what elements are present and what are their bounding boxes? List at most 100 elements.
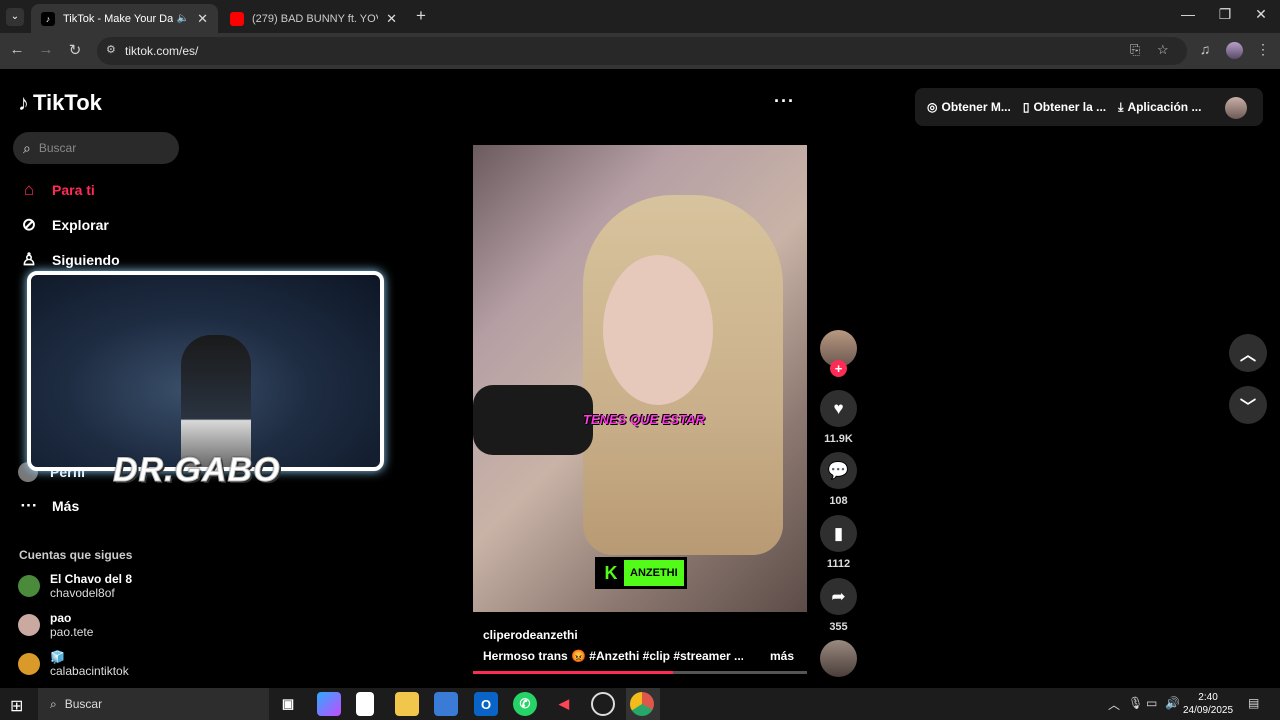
browser-tab-bar: ⌄ ♪ TikTok - Make Your Day 🔈 ✕ (279) BAD… — [0, 0, 1280, 33]
nav-following[interactable]: ♙ Siguiendo — [18, 248, 119, 272]
media-control-icon[interactable]: ♫ — [1195, 41, 1215, 57]
get-coins-button[interactable]: ◎ Obtener M... — [927, 100, 1011, 114]
outlook-icon[interactable]: O — [474, 692, 498, 716]
windows-start-icon[interactable]: ⊞ — [10, 696, 23, 716]
webcam-label: DR.GABO — [113, 451, 281, 490]
forward-icon[interactable]: → — [36, 41, 56, 58]
microphone-icon[interactable]: 🎙 — [1128, 696, 1143, 710]
bookmark-star-icon[interactable]: ☆ — [1157, 42, 1169, 58]
music-disc-avatar[interactable] — [820, 640, 857, 677]
bookmark-icon: ▮ — [833, 523, 844, 543]
address-bar[interactable]: ⚙ tiktok.com/es/ ⎘ ☆ — [97, 37, 1187, 65]
following-account[interactable]: pao pao.tete — [18, 611, 93, 639]
task-view-icon[interactable]: ▣ — [276, 692, 300, 716]
action-label: Obtener M... — [941, 100, 1011, 114]
video-options-icon[interactable]: ··· — [774, 91, 795, 112]
microsoft-store-icon[interactable] — [434, 692, 458, 716]
avatar — [18, 575, 40, 597]
video-subtitle: TENES QUE ESTAR — [583, 412, 705, 427]
top-actions-bar: ◎ Obtener M... ▯ Obtener la ... ⤓ Aplicació… — [915, 88, 1263, 126]
video-player[interactable]: TENES QUE ESTAR K ANZETHI — [473, 145, 807, 612]
taskbar-search-placeholder: Buscar — [64, 697, 103, 711]
youtube-favicon-icon — [230, 11, 244, 26]
nav-label: Explorar — [52, 217, 109, 233]
tiktok-note-icon: ♪ — [18, 90, 29, 115]
following-account[interactable]: El Chavo del 8 chavodel8of — [18, 572, 132, 600]
active-app-indicator — [626, 688, 660, 720]
tiktok-favicon-icon: ♪ — [41, 11, 55, 26]
install-app-icon[interactable]: ⎘ — [1130, 42, 1140, 58]
show-hidden-icons-icon[interactable]: ︿ — [1108, 696, 1120, 713]
chevron-up-icon: ︿ — [1239, 347, 1256, 364]
nav-label: Más — [52, 498, 80, 514]
profile-avatar[interactable] — [1226, 42, 1243, 59]
maximize-button[interactable]: ❐ — [1210, 6, 1240, 23]
brand-name: ANZETHI — [630, 567, 678, 579]
caption-more-button[interactable]: más — [770, 649, 794, 663]
tab-title: TikTok - Make Your Day — [63, 12, 173, 25]
following-icon: ♙ — [21, 250, 37, 269]
video-author[interactable]: cliperodeanzethi — [483, 628, 578, 642]
minimize-button[interactable]: — — [1173, 6, 1203, 22]
nav-explore[interactable]: ⊘ Explorar — [18, 213, 109, 237]
avatar — [18, 653, 40, 675]
close-tab-icon[interactable]: ✕ — [386, 11, 397, 27]
account-name: 🧊 — [50, 650, 65, 664]
reload-icon[interactable]: ↻ — [65, 41, 85, 59]
following-account[interactable]: 🧊 calabacintiktok — [18, 650, 129, 678]
next-video-button[interactable]: ﹀ — [1229, 386, 1267, 424]
avatar — [18, 614, 40, 636]
close-window-button[interactable]: ✕ — [1246, 6, 1276, 23]
tab-youtube[interactable]: (279) BAD BUNNY ft. YOVNGCHIMI ✕ — [220, 4, 407, 33]
logo-text: TikTok — [33, 90, 102, 115]
home-icon: ⌂ — [23, 180, 35, 199]
user-avatar[interactable] — [1225, 97, 1247, 119]
notifications-icon[interactable]: ▤ — [1248, 696, 1259, 710]
previous-video-button[interactable]: ︿ — [1229, 334, 1267, 372]
get-app-button[interactable]: ▯ Obtener la ... — [1023, 100, 1106, 114]
nav-for-you[interactable]: ⌂ Para ti — [18, 178, 95, 202]
save-button[interactable]: ▮ — [820, 515, 857, 552]
app-icon[interactable]: ◀ — [552, 692, 576, 716]
recorder-icon[interactable] — [591, 692, 615, 716]
video-progress-bar[interactable] — [473, 671, 807, 674]
action-label: Aplicación ... — [1127, 100, 1202, 114]
tiktok-logo[interactable]: ♪ TikTok — [18, 90, 102, 116]
volume-icon[interactable]: 🔊 — [1165, 696, 1180, 710]
nav-more[interactable]: ··· Más — [18, 494, 80, 518]
site-info-icon[interactable]: ⚙ — [106, 43, 116, 56]
kick-brand-overlay: K ANZETHI — [595, 557, 687, 589]
whatsapp-icon[interactable]: ✆ — [513, 692, 537, 716]
network-icon[interactable]: ▭ — [1146, 696, 1157, 710]
file-icon[interactable] — [356, 692, 374, 716]
share-count: 355 — [829, 621, 848, 633]
phone-icon: ▯ — [1022, 100, 1030, 114]
account-handle: pao.tete — [50, 625, 94, 639]
like-button[interactable]: ♥ — [820, 390, 857, 427]
tab-tiktok[interactable]: ♪ TikTok - Make Your Day 🔈 ✕ — [31, 4, 218, 33]
close-tab-icon[interactable]: ✕ — [197, 11, 208, 27]
heart-icon: ♥ — [833, 398, 844, 418]
new-tab-button[interactable]: + — [416, 6, 426, 26]
search-placeholder: Buscar — [38, 141, 77, 155]
share-icon: ➦ — [831, 586, 846, 606]
search-input[interactable]: ⌕ Buscar — [13, 132, 179, 164]
taskbar-search-input[interactable]: ⌕ Buscar — [38, 688, 269, 720]
taskbar-clock[interactable]: 2:40 24/09/2025 — [1183, 691, 1233, 717]
menu-dots-icon[interactable]: ⋮ — [1253, 41, 1273, 58]
tab-title: (279) BAD BUNNY ft. YOVNGCHIMI — [252, 12, 378, 25]
webcam-overlay — [27, 271, 384, 471]
file-explorer-icon[interactable] — [395, 692, 419, 716]
tab-search-button[interactable]: ⌄ — [6, 8, 24, 26]
search-icon: ⌕ — [50, 696, 57, 711]
back-icon[interactable]: ← — [7, 41, 27, 58]
share-button[interactable]: ➦ — [820, 578, 857, 615]
save-count: 1112 — [826, 558, 851, 570]
copilot-icon[interactable] — [317, 692, 341, 716]
like-count: 11.9K — [824, 433, 853, 445]
comment-button[interactable]: 💬 — [820, 452, 857, 489]
desktop-app-button[interactable]: ⤓ Aplicación ... — [1118, 100, 1201, 115]
speaker-icon[interactable]: 🔈 — [177, 13, 189, 24]
comment-icon: 💬 — [827, 460, 850, 480]
follow-button[interactable]: + — [830, 360, 847, 377]
